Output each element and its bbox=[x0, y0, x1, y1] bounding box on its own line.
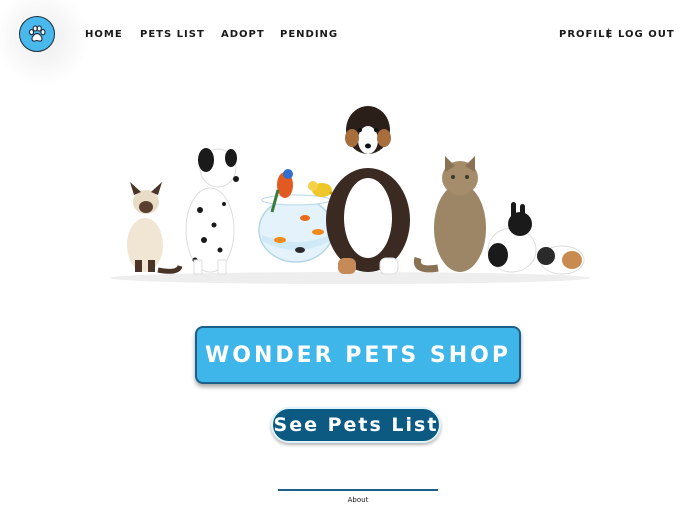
nav-profile[interactable]: PROFILE bbox=[559, 29, 613, 40]
sheltie-dog-illustration bbox=[326, 106, 410, 275]
nav-home[interactable]: HOME bbox=[85, 29, 123, 40]
guinea-pig-illustration bbox=[537, 245, 585, 275]
dalmatian-illustration bbox=[185, 148, 239, 275]
pets-hero-image bbox=[110, 106, 590, 284]
nav-logout[interactable]: LOG OUT bbox=[618, 29, 675, 40]
nav-separator: | bbox=[607, 28, 611, 39]
paw-icon bbox=[28, 25, 46, 42]
wonder-pets-shop-button[interactable]: WONDER PETS SHOP bbox=[195, 326, 521, 384]
fishbowl-illustration bbox=[258, 194, 334, 263]
nav-pets-list[interactable]: PETS LIST bbox=[140, 29, 205, 40]
rabbit-illustration bbox=[487, 202, 537, 273]
tabby-cat-illustration bbox=[413, 156, 486, 273]
footer-about-link[interactable]: About bbox=[278, 496, 438, 504]
see-pets-list-button[interactable]: See Pets List bbox=[271, 407, 441, 443]
nav-adopt[interactable]: ADOPT bbox=[221, 29, 265, 40]
footer-divider bbox=[278, 489, 438, 491]
logo-button[interactable] bbox=[19, 16, 55, 52]
siamese-cat-illustration bbox=[127, 182, 183, 274]
nav-pending[interactable]: PENDING bbox=[280, 29, 338, 40]
